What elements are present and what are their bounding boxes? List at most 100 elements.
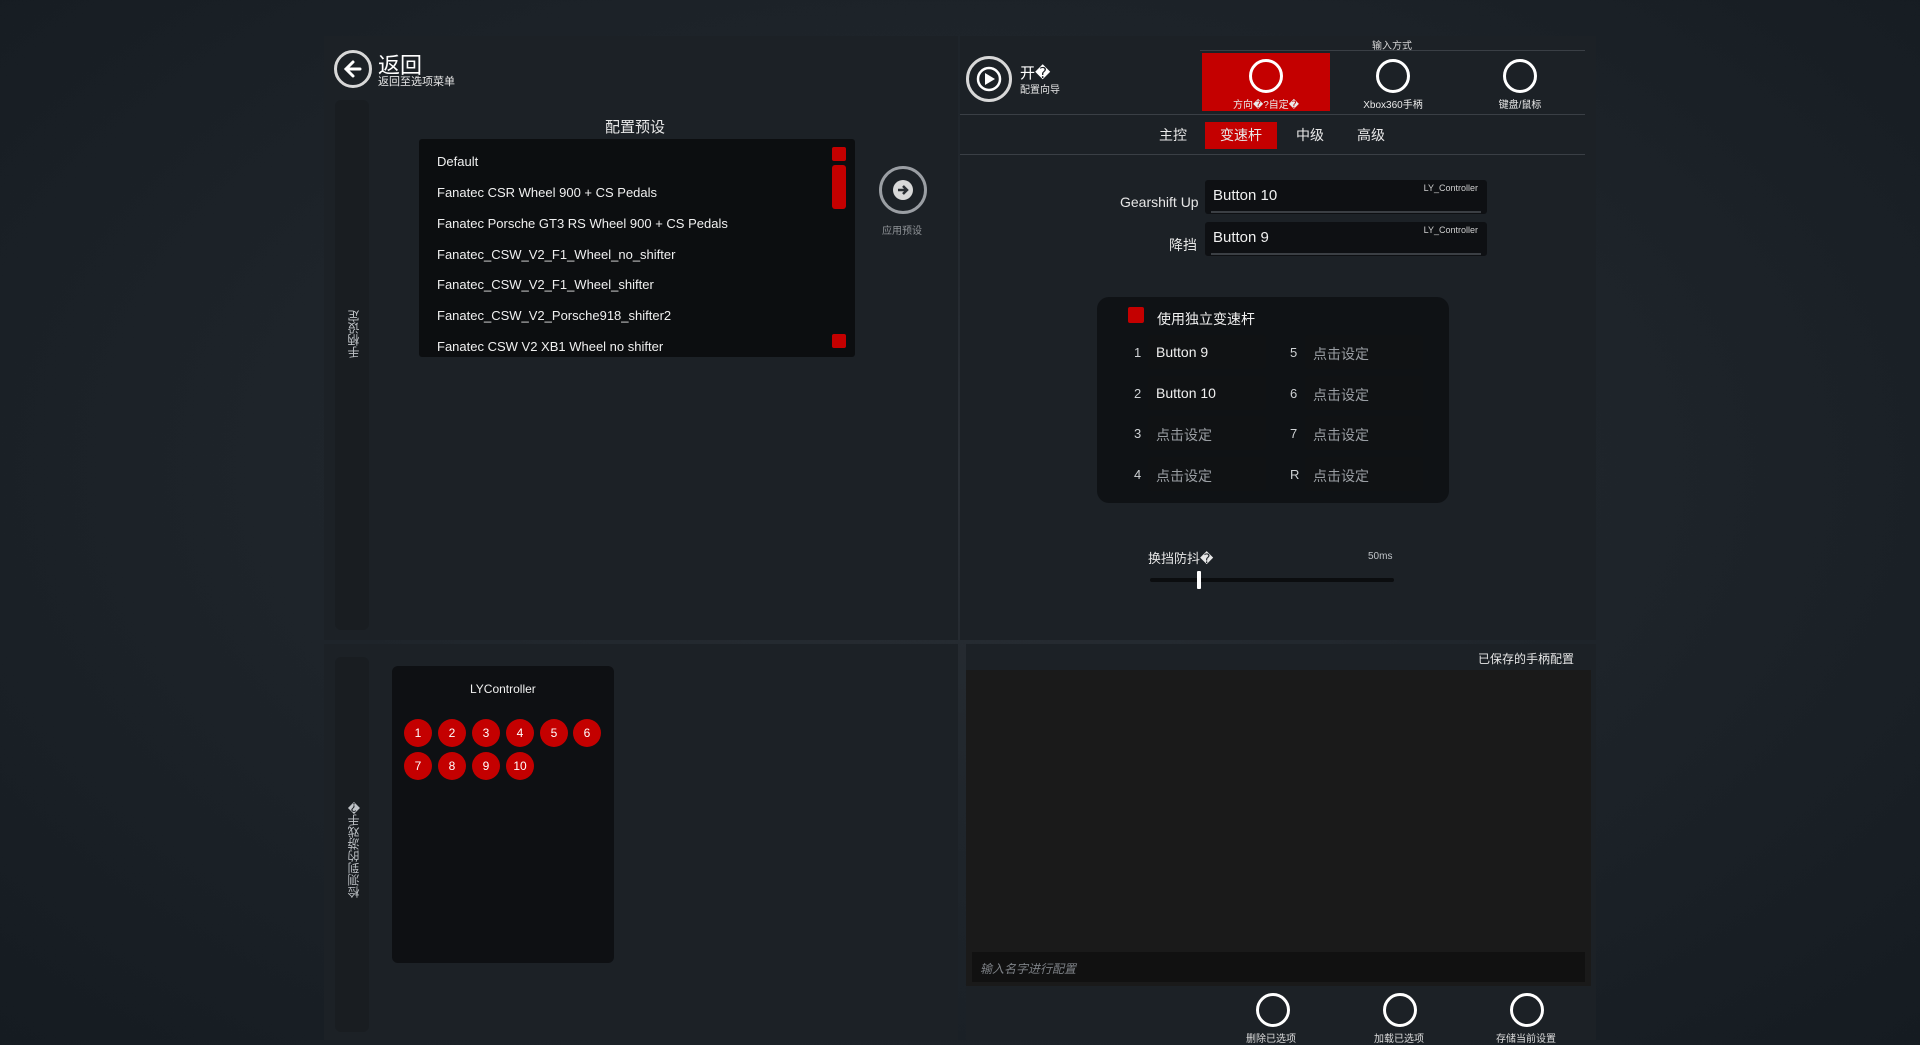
gear-5-number: 5 <box>1290 345 1298 360</box>
debounce-slider-thumb[interactable] <box>1196 571 1201 589</box>
controller-name: LYController <box>470 682 536 696</box>
gear-value: 点击设定 <box>1313 346 1369 362</box>
back-button[interactable] <box>334 50 372 88</box>
input-mode-label-keyboard: 键盘/鼠标 <box>1498 100 1542 111</box>
gear-7-field[interactable]: 点击设定 <box>1305 416 1423 450</box>
input-mode-label-gamepad: Xbox360手柄 <box>1363 100 1423 111</box>
preset-list[interactable]: Default Fanatec CSR Wheel 900 + CS Pedal… <box>419 139 855 357</box>
load-icon[interactable] <box>1383 993 1417 1027</box>
controller-button-9: 9 <box>472 752 500 780</box>
controller-card[interactable] <box>392 666 614 963</box>
independent-shifter-label: 使用独立变速杆 <box>1157 311 1255 327</box>
gear-value: 点击设定 <box>1156 468 1212 484</box>
controller-button-5: 5 <box>540 719 568 747</box>
gear-4-number: 4 <box>1134 467 1142 482</box>
gearshift-down-value: Button 9 <box>1213 229 1269 246</box>
gear-value: Button 9 <box>1156 344 1209 360</box>
steering-wheel-icon <box>976 66 1002 92</box>
gearshift-up-value: Button 10 <box>1213 187 1278 204</box>
delete-label[interactable]: 删除已选项 <box>1246 1030 1296 1045</box>
config-name-input[interactable]: 输入名字进行配置 <box>972 952 1585 982</box>
saved-configs-list[interactable] <box>966 670 1591 986</box>
gearshift-up-field[interactable]: Button 10 LY_Controller <box>1205 180 1487 214</box>
input-mode-keyboard[interactable]: 键盘/鼠标 <box>1456 53 1584 111</box>
controller-button-3: 3 <box>472 719 500 747</box>
load-label[interactable]: 加载已选项 <box>1374 1030 1424 1045</box>
controller-settings-sidebar[interactable] <box>335 100 369 630</box>
gear-1-field[interactable]: Button 9 <box>1148 335 1266 369</box>
input-mode-gamepad[interactable]: Xbox360手柄 <box>1329 53 1457 111</box>
gearshift-down-field[interactable]: Button 9 LY_Controller <box>1205 222 1487 256</box>
gamepad-icon <box>1376 59 1410 93</box>
save-label[interactable]: 存储当前设置 <box>1496 1030 1556 1045</box>
gear-5-field[interactable]: 点击设定 <box>1305 335 1423 369</box>
gear-2-field[interactable]: Button 10 <box>1148 376 1266 410</box>
apply-preset-label: 应用预设 <box>882 226 922 237</box>
gear-3-number: 3 <box>1134 426 1142 441</box>
wizard-title: 开� <box>1020 65 1051 82</box>
controller-settings-sidebar-label: 手柄设定 <box>347 310 361 358</box>
field-underline <box>1211 253 1481 255</box>
controller-button-8: 8 <box>438 752 466 780</box>
scrollbar-thumb[interactable] <box>832 165 846 209</box>
detected-controllers-label: 检测到的游戏手� <box>347 800 361 898</box>
back-arrow-icon <box>343 60 362 78</box>
gearshift-down-device: LY_Controller <box>1423 225 1478 235</box>
tab-advanced[interactable]: 高级 <box>1345 122 1397 149</box>
tab-main[interactable]: 主控 <box>1148 122 1198 149</box>
tab-intermediate[interactable]: 中级 <box>1284 122 1336 149</box>
input-mode-label-wheel: 方向�?自定� <box>1232 100 1300 111</box>
saved-configs-title: 已保存的手柄配置 <box>1478 652 1575 666</box>
preset-item-default[interactable]: Default <box>437 154 478 169</box>
preset-item[interactable]: Fanatec Porsche GT3 RS Wheel 900 + CS Pe… <box>437 216 728 231</box>
gear-value: 点击设定 <box>1156 427 1212 443</box>
controller-button-4: 4 <box>506 719 534 747</box>
gear-7-number: 7 <box>1290 426 1298 441</box>
save-icon[interactable] <box>1510 993 1544 1027</box>
divider <box>960 154 1585 155</box>
controller-button-1: 1 <box>404 719 432 747</box>
preset-item[interactable]: Fanatec CSR Wheel 900 + CS Pedals <box>437 185 657 200</box>
input-mode-wheel[interactable]: 方向�?自定� <box>1202 53 1330 111</box>
gear-value: 点击设定 <box>1313 468 1369 484</box>
controller-button-7: 7 <box>404 752 432 780</box>
tab-shifter[interactable]: 变速杆 <box>1205 122 1277 149</box>
preset-item[interactable]: Fanatec_CSW_V2_F1_Wheel_shifter <box>437 277 654 292</box>
gear-3-field[interactable]: 点击设定 <box>1148 416 1266 450</box>
steering-wheel-icon <box>1249 59 1283 93</box>
debounce-label: 换挡防抖� <box>1148 551 1214 566</box>
delete-icon[interactable] <box>1256 993 1290 1027</box>
gearshift-up-device: LY_Controller <box>1423 183 1478 193</box>
gear-value: 点击设定 <box>1313 427 1369 443</box>
gear-value: Button 10 <box>1156 385 1216 401</box>
gear-r-number: R <box>1290 467 1300 482</box>
gearshift-up-label: Gearshift Up <box>1120 194 1199 210</box>
divider <box>1200 50 1585 51</box>
divider <box>960 114 1585 115</box>
wizard-button[interactable] <box>966 56 1012 102</box>
controller-button-6: 6 <box>573 719 601 747</box>
keyboard-mouse-icon <box>1503 59 1537 93</box>
gearshift-down-label: 降挡 <box>1169 237 1197 253</box>
gear-1-number: 1 <box>1134 345 1142 360</box>
preset-item[interactable]: Fanatec_CSW_V2_Porsche918_shifter2 <box>437 308 671 323</box>
controller-button-10: 10 <box>506 752 534 780</box>
controller-button-2: 2 <box>438 719 466 747</box>
apply-preset-button[interactable] <box>879 166 927 214</box>
field-underline <box>1211 211 1481 213</box>
debounce-slider-track[interactable] <box>1150 578 1394 582</box>
arrow-right-icon <box>893 180 913 200</box>
gear-6-number: 6 <box>1290 386 1298 401</box>
independent-shifter-checkbox[interactable] <box>1128 307 1144 323</box>
config-name-placeholder: 输入名字进行配置 <box>980 962 1077 976</box>
gear-r-field[interactable]: 点击设定 <box>1305 457 1423 491</box>
preset-item[interactable]: Fanatec_CSW_V2_F1_Wheel_no_shifter <box>437 247 675 262</box>
scroll-up-button[interactable] <box>832 147 846 161</box>
debounce-value: 50ms <box>1368 551 1393 562</box>
presets-title: 配置预设 <box>605 119 666 136</box>
gear-6-field[interactable]: 点击设定 <box>1305 376 1423 410</box>
wizard-subtitle: 配置向导 <box>1020 85 1060 96</box>
preset-item[interactable]: Fanatec CSW V2 XB1 Wheel no shifter <box>437 339 663 354</box>
gear-4-field[interactable]: 点击设定 <box>1148 457 1266 491</box>
scroll-down-button[interactable] <box>832 334 846 348</box>
